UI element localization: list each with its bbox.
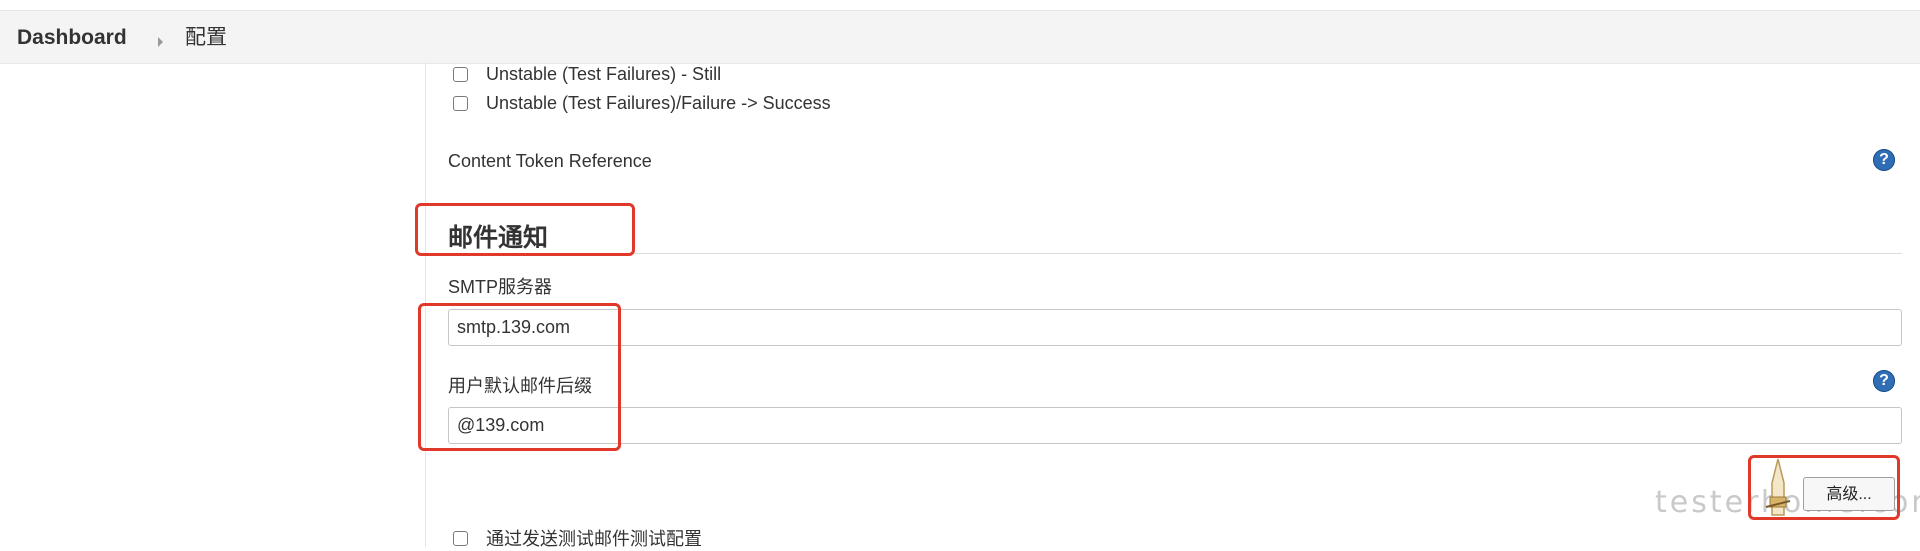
trigger-failure-to-success-label: Unstable (Test Failures)/Failure -> Succ… xyxy=(486,92,831,113)
advanced-button[interactable]: 高级... xyxy=(1803,477,1895,511)
top-edge xyxy=(0,0,1920,11)
default-email-suffix-input[interactable] xyxy=(448,407,1902,444)
smtp-server-label: SMTP服务器 xyxy=(448,277,553,297)
trigger-unstable-still-checkbox[interactable] xyxy=(453,66,468,82)
breadcrumb-dashboard-link[interactable]: Dashboard xyxy=(17,25,127,51)
trigger-failure-to-success-checkbox[interactable] xyxy=(453,95,468,111)
test-email-config-checkbox[interactable] xyxy=(453,530,468,546)
sidebar-divider xyxy=(425,63,426,547)
trigger-failure-to-success-row[interactable]: Unstable (Test Failures)/Failure -> Succ… xyxy=(453,91,831,115)
default-email-suffix-label: 用户默认邮件后缀 xyxy=(448,376,592,396)
trigger-unstable-still-row[interactable]: Unstable (Test Failures) - Still xyxy=(453,62,721,86)
email-section-title: 邮件通知 xyxy=(448,224,549,252)
smtp-server-input[interactable] xyxy=(448,309,1902,346)
breadcrumb: Dashboard 配置 xyxy=(0,11,1920,64)
section-divider xyxy=(448,253,1902,254)
test-email-config-label: 通过发送测试邮件测试配置 xyxy=(486,529,702,549)
chevron-right-icon xyxy=(158,37,163,47)
help-icon[interactable]: ? xyxy=(1873,370,1895,392)
help-icon[interactable]: ? xyxy=(1873,149,1895,171)
content-token-reference-label: Content Token Reference xyxy=(448,151,652,171)
test-email-config-row[interactable]: 通过发送测试邮件测试配置 xyxy=(453,526,702,550)
trigger-unstable-still-label: Unstable (Test Failures) - Still xyxy=(486,63,722,84)
pencil-icon xyxy=(1765,458,1791,516)
breadcrumb-current: 配置 xyxy=(185,26,227,49)
